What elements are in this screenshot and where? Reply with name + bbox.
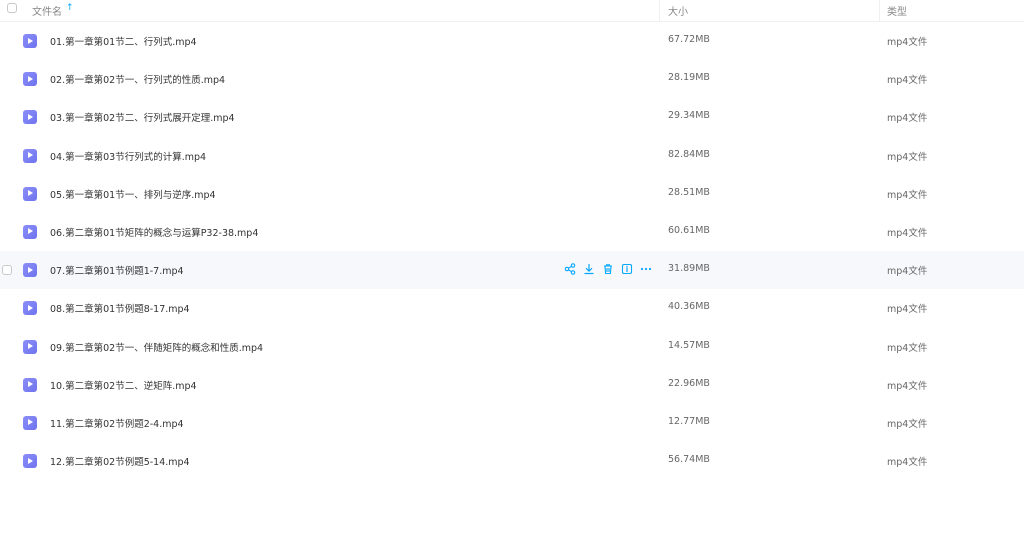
file-type: mp4文件 [887, 75, 928, 87]
file-type: mp4文件 [887, 151, 928, 163]
column-header-size[interactable]: 大小 [668, 3, 688, 18]
file-name[interactable]: 09.第二章第02节一、伴随矩阵的概念和性质.mp4 [50, 340, 263, 354]
video-file-icon [23, 72, 37, 87]
table-row[interactable]: 02.第一章第02节一、行列式的性质.mp4 28.19MB mp4文件 [0, 60, 1024, 98]
video-file-icon [23, 377, 37, 392]
file-size: 14.57MB [668, 339, 710, 351]
file-type: mp4文件 [887, 227, 928, 239]
file-type: mp4文件 [887, 342, 928, 354]
video-file-icon [23, 186, 37, 201]
file-type: mp4文件 [887, 418, 928, 430]
video-file-icon [23, 415, 37, 430]
share-icon[interactable] [564, 263, 576, 275]
file-name[interactable]: 02.第一章第02节一、行列式的性质.mp4 [50, 72, 225, 86]
info-icon[interactable] [621, 263, 633, 275]
file-size: 22.96MB [668, 377, 710, 389]
file-size: 67.72MB [668, 34, 710, 45]
file-size: 31.89MB [668, 263, 710, 275]
file-name[interactable]: 08.第二章第01节例题8-17.mp4 [50, 301, 190, 315]
file-size: 56.74MB [668, 454, 710, 466]
table-row[interactable]: 01.第一章第01节二、行列式.mp4 67.72MB mp4文件 [0, 22, 1024, 60]
file-table: 文件名 ↑ 大小 类型 01.第一章第01节二、行列式.mp4 67.72MB mp… [0, 0, 1024, 480]
file-size: 82.84MB [668, 148, 710, 160]
file-type: mp4文件 [887, 37, 928, 48]
file-type: mp4文件 [887, 113, 928, 125]
video-file-icon [23, 454, 37, 469]
file-size: 29.34MB [668, 110, 710, 122]
file-name[interactable]: 07.第二章第01节例题1-7.mp4 [50, 263, 184, 277]
file-name[interactable]: 05.第一章第01节一、排列与逆序.mp4 [50, 187, 216, 201]
more-icon[interactable] [640, 263, 652, 275]
table-row[interactable]: 05.第一章第01节一、排列与逆序.mp4 28.51MB mp4文件 [0, 175, 1024, 213]
table-row[interactable]: 11.第二章第02节例题2-4.mp4 12.77MB mp4文件 [0, 404, 1024, 442]
file-name[interactable]: 03.第一章第02节二、行列式展开定理.mp4 [50, 110, 235, 124]
table-row[interactable]: 12.第二章第02节例题5-14.mp4 56.74MB mp4文件 [0, 442, 1024, 480]
file-name[interactable]: 12.第二章第02节例题5-14.mp4 [50, 454, 190, 468]
file-type: mp4文件 [887, 457, 928, 469]
table-header: 文件名 ↑ 大小 类型 [0, 0, 1024, 22]
file-size: 40.36MB [668, 301, 710, 313]
table-row[interactable]: 08.第二章第01节例题8-17.mp4 40.36MB mp4文件 [0, 289, 1024, 327]
table-row[interactable]: 10.第二章第02节二、逆矩阵.mp4 22.96MB mp4文件 [0, 366, 1024, 404]
file-type: mp4文件 [887, 189, 928, 201]
file-name[interactable]: 06.第二章第01节矩阵的概念与运算P32-38.mp4 [50, 225, 258, 239]
select-all-checkbox[interactable] [7, 3, 17, 13]
video-file-icon [23, 34, 37, 48]
row-actions [564, 263, 652, 275]
video-file-icon [23, 339, 37, 354]
sort-ascending-icon[interactable]: ↑ [66, 3, 74, 13]
row-checkbox[interactable] [2, 265, 12, 276]
file-size: 28.51MB [668, 186, 710, 198]
table-row[interactable]: 09.第二章第02节一、伴随矩阵的概念和性质.mp4 14.57MB mp4文件 [0, 328, 1024, 366]
video-file-icon [23, 263, 37, 278]
column-divider[interactable] [879, 0, 880, 21]
table-row[interactable]: 04.第一章第03节行列式的计算.mp4 82.84MB mp4文件 [0, 137, 1024, 175]
file-list: 01.第一章第01节二、行列式.mp4 67.72MB mp4文件 02.第一章第02… [0, 22, 1024, 480]
file-type: mp4文件 [887, 266, 928, 278]
delete-icon[interactable] [602, 263, 614, 275]
download-icon[interactable] [583, 263, 595, 275]
video-file-icon [23, 148, 37, 163]
column-divider[interactable] [659, 0, 660, 21]
file-name[interactable]: 11.第二章第02节例题2-4.mp4 [50, 416, 184, 430]
file-size: 28.19MB [668, 72, 710, 84]
file-size: 60.61MB [668, 224, 710, 236]
file-name[interactable]: 01.第一章第01节二、行列式.mp4 [50, 34, 197, 48]
file-size: 12.77MB [668, 415, 710, 427]
table-row[interactable]: 06.第二章第01节矩阵的概念与运算P32-38.mp4 60.61MB mp4文件 [0, 213, 1024, 251]
table-row[interactable]: 03.第一章第02节二、行列式展开定理.mp4 29.34MB mp4文件 [0, 98, 1024, 136]
video-file-icon [23, 301, 37, 316]
file-name[interactable]: 04.第一章第03节行列式的计算.mp4 [50, 149, 206, 163]
video-file-icon [23, 224, 37, 239]
column-header-name[interactable]: 文件名 [32, 3, 62, 18]
file-type: mp4文件 [887, 304, 928, 316]
file-type: mp4文件 [887, 380, 928, 392]
video-file-icon [23, 110, 37, 125]
file-name[interactable]: 10.第二章第02节二、逆矩阵.mp4 [50, 378, 197, 392]
column-header-type[interactable]: 类型 [887, 3, 907, 18]
table-row[interactable]: 07.第二章第01节例题1-7.mp4 31.89MB mp4文件 [0, 251, 1024, 290]
